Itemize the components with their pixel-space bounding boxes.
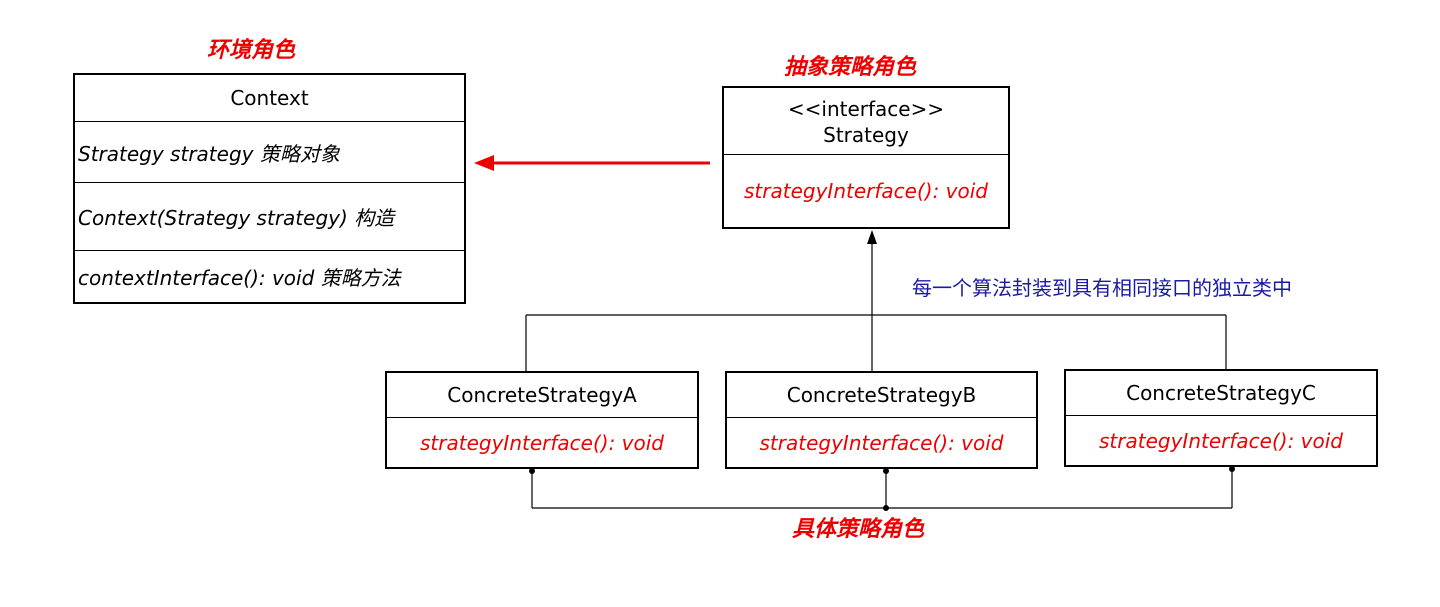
group-dot-center	[883, 505, 889, 511]
concrete-c-name-section: ConcreteStrategyC	[1066, 371, 1376, 415]
strategy-stereotype: <<interface>>	[787, 97, 945, 121]
description-note: 每一个算法封装到具有相同接口的独立类中	[912, 276, 1292, 300]
context-class-box[interactable]: Context Strategy strategy 策略对象 Context(S…	[73, 73, 466, 304]
concrete-c-method: strategyInterface(): void	[1099, 428, 1343, 453]
concrete-b-class-name: ConcreteStrategyB	[786, 383, 977, 407]
strategy-method: strategyInterface(): void	[744, 179, 988, 203]
concrete-role-label: 具体策略角色	[792, 517, 925, 542]
concrete-a-class-name: ConcreteStrategyA	[447, 383, 637, 407]
concrete-strategy-a-box[interactable]: ConcreteStrategyA strategyInterface(): v…	[385, 371, 699, 469]
context-attribute: Strategy strategy 策略对象	[78, 141, 340, 166]
context-role-label: 环境角色	[207, 38, 296, 63]
concrete-c-method-section: strategyInterface(): void	[1066, 416, 1376, 465]
strategy-class-name: Strategy	[823, 123, 909, 147]
context-method: contextInterface(): void 策略方法	[78, 266, 401, 290]
concrete-b-name-section: ConcreteStrategyB	[727, 373, 1036, 417]
strategy-interface-box[interactable]: <<interface>> Strategy strategyInterface…	[722, 86, 1010, 229]
context-name-section: Context	[75, 75, 464, 121]
concrete-b-method: strategyInterface(): void	[759, 430, 1004, 455]
context-constructor: Context(Strategy strategy) 构造	[78, 206, 395, 230]
strategy-method-section: strategyInterface(): void	[724, 155, 1008, 227]
context-class-name: Context	[230, 86, 309, 110]
concrete-a-name-section: ConcreteStrategyA	[387, 373, 697, 417]
concrete-strategy-b-box[interactable]: ConcreteStrategyB strategyInterface(): v…	[725, 371, 1038, 469]
abstract-role-label: 抽象策略角色	[784, 55, 917, 80]
concrete-b-method-section: strategyInterface(): void	[727, 418, 1036, 467]
strategy-name-section: <<interface>> Strategy	[724, 90, 1008, 154]
inheritance-arrow-head	[867, 230, 877, 244]
context-attribute-section: Strategy strategy 策略对象	[75, 122, 464, 182]
concrete-a-method: strategyInterface(): void	[420, 430, 664, 455]
concrete-c-class-name: ConcreteStrategyC	[1126, 381, 1316, 405]
context-method-section: contextInterface(): void 策略方法	[75, 251, 464, 302]
context-constructor-section: Context(Strategy strategy) 构造	[75, 183, 464, 250]
concrete-a-method-section: strategyInterface(): void	[387, 418, 697, 467]
aggregation-arrow-head	[474, 155, 494, 171]
concrete-strategy-c-box[interactable]: ConcreteStrategyC strategyInterface(): v…	[1064, 369, 1378, 467]
